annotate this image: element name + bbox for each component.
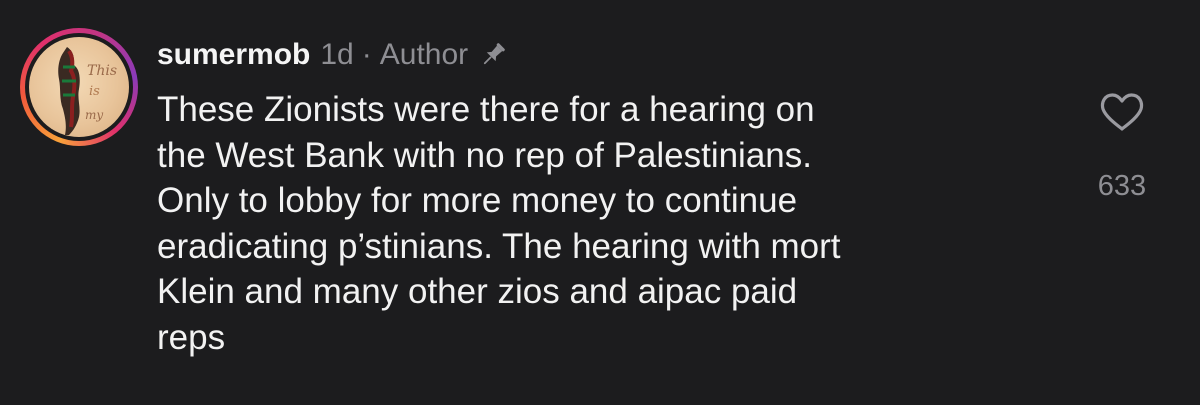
heart-outline-icon[interactable] xyxy=(1098,88,1146,136)
avatar-image: This is my xyxy=(58,47,117,135)
pin-icon xyxy=(478,40,508,70)
author-label: Author xyxy=(379,38,469,71)
comment: This is my sumermob 1d · Author These Zi… xyxy=(0,0,1200,405)
username[interactable]: sumermob xyxy=(157,38,310,72)
svg-text:my: my xyxy=(85,108,103,122)
comment-header: sumermob 1d · Author xyxy=(157,33,508,77)
timestamp: 1d xyxy=(320,38,354,71)
avatar-story-ring[interactable]: This is my xyxy=(20,28,138,146)
separator: · xyxy=(361,38,372,71)
comment-text: These Zionists were there for a hearing … xyxy=(157,90,841,357)
avatar: This is my xyxy=(29,37,129,137)
svg-text:This: This xyxy=(87,63,117,79)
svg-text:is: is xyxy=(89,84,100,99)
avatar-gap: This is my xyxy=(25,33,133,141)
like-count: 633 xyxy=(1097,170,1147,202)
